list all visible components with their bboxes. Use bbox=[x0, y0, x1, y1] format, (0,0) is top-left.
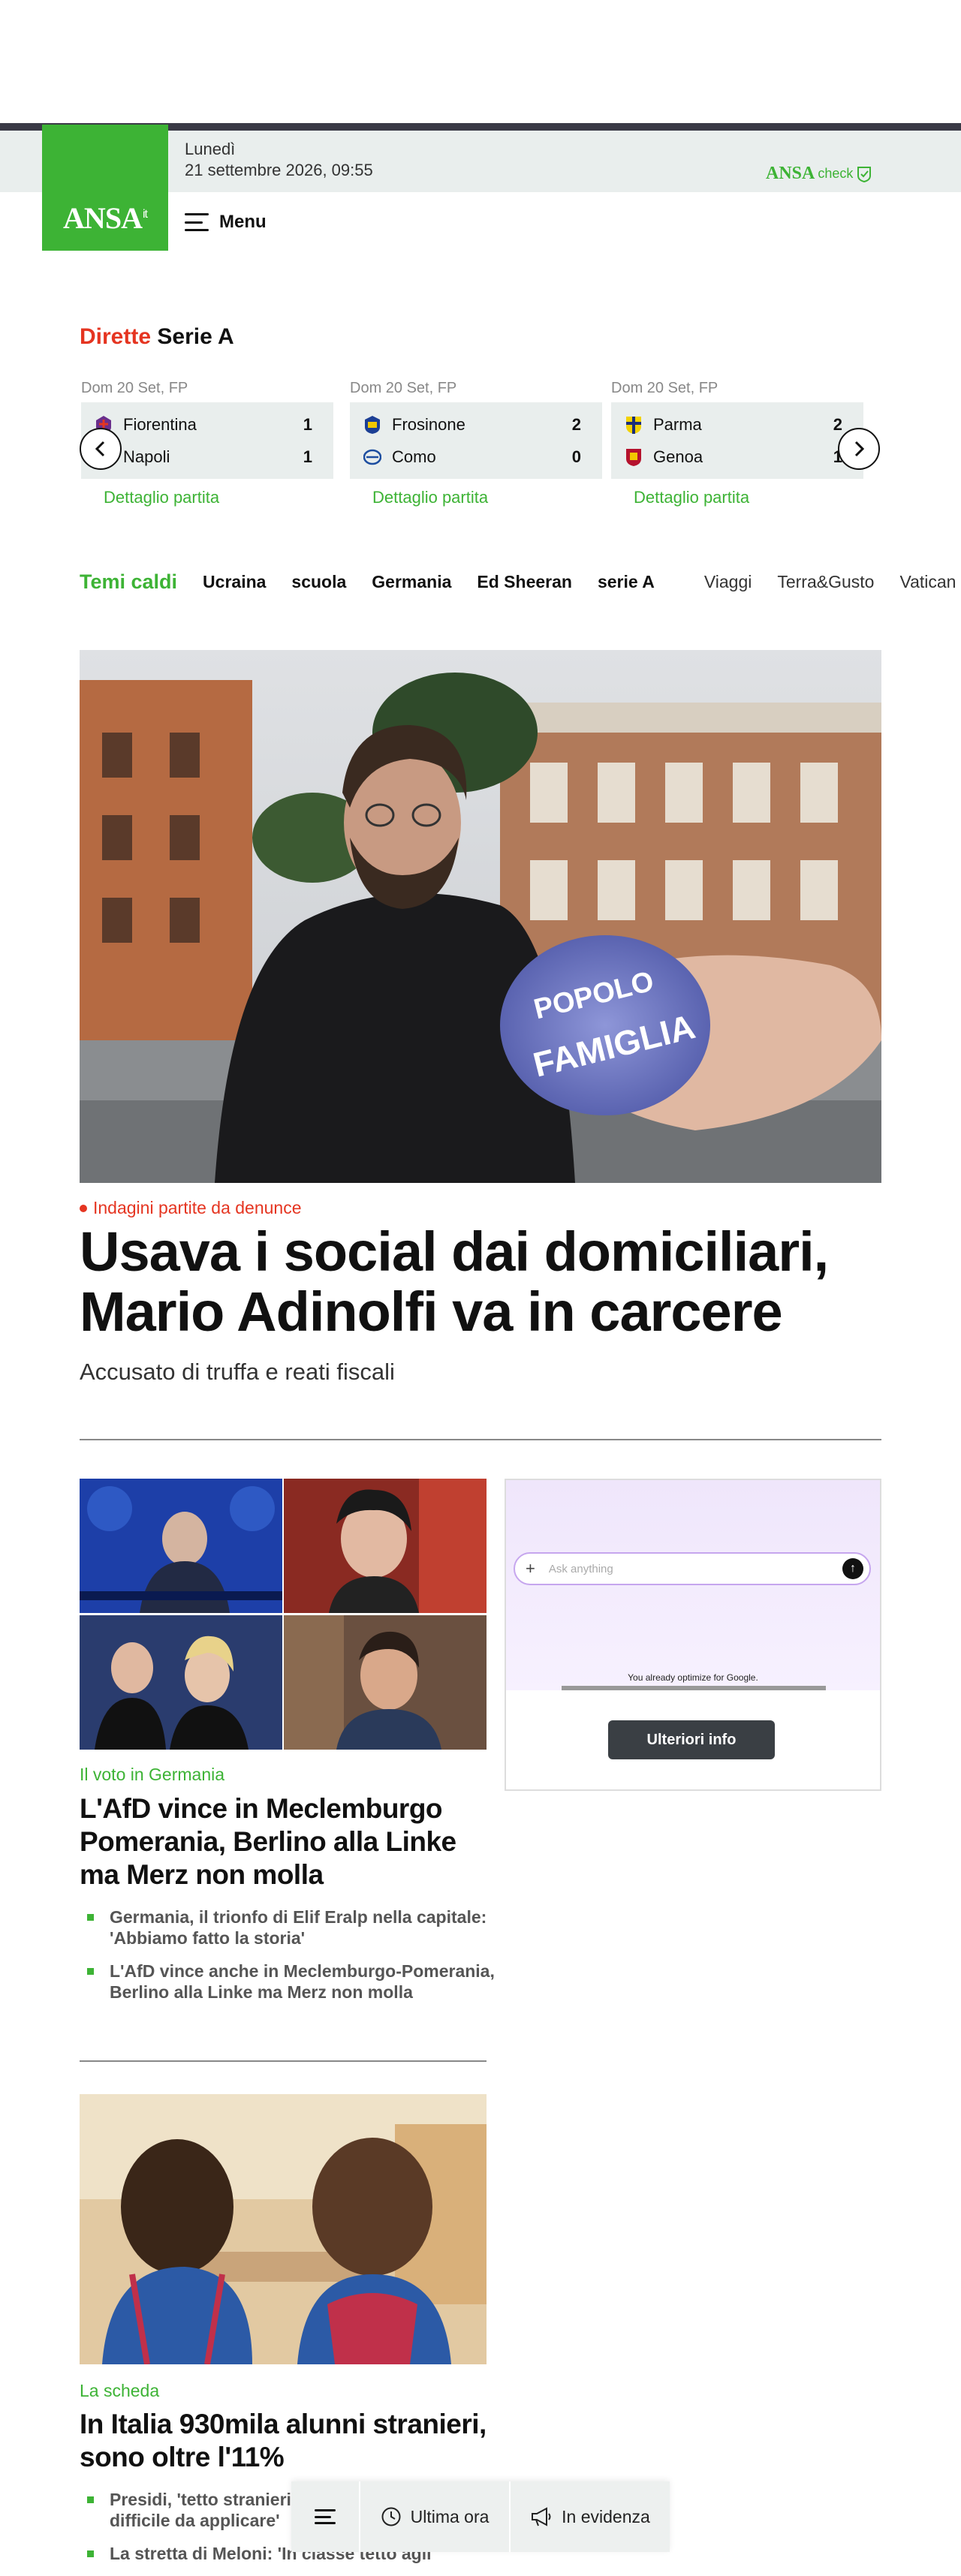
home-team-row: Fiorentina 1 bbox=[95, 408, 312, 441]
ad-banner bbox=[506, 1480, 880, 1690]
logo-text: ANSAit bbox=[63, 201, 148, 235]
bottom-nav-menu-button[interactable] bbox=[291, 2481, 360, 2552]
classroom-photo bbox=[80, 2094, 487, 2364]
trending-topic-link[interactable]: serie A bbox=[598, 572, 655, 592]
carousel-next-button[interactable] bbox=[838, 428, 880, 470]
match-detail-link[interactable]: Dettaglio partita bbox=[611, 488, 863, 507]
match-score-box: Parma 2 Genoa 1 bbox=[611, 402, 863, 479]
live-dot-icon bbox=[80, 1204, 87, 1212]
ansacheck-link[interactable]: ANSA check bbox=[766, 164, 872, 184]
ad-tagline: You already optimize for Google. bbox=[628, 1672, 758, 1683]
carousel-prev-button[interactable] bbox=[80, 428, 122, 470]
home-team-row: Frosinone 2 bbox=[363, 408, 581, 441]
ansacheck-sub: check bbox=[818, 166, 854, 181]
trending-topics-bar: Temi caldi Ucraina scuola Germania Ed Sh… bbox=[80, 570, 961, 594]
date-full: 21 settembre 2026, 09:55 bbox=[185, 161, 373, 179]
arrow-up-icon: ↑ bbox=[842, 1558, 863, 1579]
chevron-left-icon bbox=[95, 441, 105, 457]
home-team-row: Parma 2 bbox=[625, 408, 842, 441]
related-link[interactable]: La stretta di Meloni: 'In classe tetto a… bbox=[80, 2543, 432, 2564]
menu-label: Menu bbox=[219, 212, 267, 232]
related-links: Presidi, 'tetto stranieri difficile da a… bbox=[80, 2489, 432, 2576]
shield-check-icon bbox=[857, 166, 872, 182]
hamburger-icon bbox=[185, 213, 209, 231]
chevron-right-icon bbox=[854, 441, 865, 457]
latest-news-tab[interactable]: Ultima ora bbox=[360, 2481, 511, 2552]
story-image[interactable] bbox=[80, 2094, 487, 2364]
section-link[interactable]: Vatican bbox=[899, 572, 956, 592]
match-date: Dom 20 Set, FP bbox=[611, 380, 718, 396]
story-photo bbox=[80, 1615, 282, 1750]
hero-image[interactable]: POPOLO FAMIGLIA bbox=[80, 650, 881, 1183]
hero-kicker: Indagini partite da denunce bbox=[80, 1198, 302, 1218]
menu-button[interactable]: Menu bbox=[185, 212, 267, 233]
story-photo bbox=[80, 1479, 282, 1613]
sticky-bottom-nav: Ultima ora In evidenza bbox=[291, 2481, 670, 2552]
parma-crest-icon bbox=[626, 416, 641, 434]
related-links: Germania, il trionfo di Elif Eralp nella… bbox=[80, 1906, 497, 2015]
megaphone-icon bbox=[532, 2507, 551, 2526]
match-card: Dom 20 Set, FP Parma 2 Genoa 1 Dettaglio… bbox=[611, 380, 863, 507]
divider bbox=[80, 1439, 881, 1440]
trending-topic-link[interactable]: Ed Sheeran bbox=[477, 572, 572, 592]
frosinone-crest-icon bbox=[365, 415, 380, 434]
ad-ask-placeholder: Ask anything bbox=[548, 1562, 613, 1575]
live-scores-title: Dirette Serie A bbox=[80, 324, 234, 349]
ad-ask-box[interactable]: + Ask anything ↑ bbox=[514, 1552, 871, 1585]
match-detail-link[interactable]: Dettaglio partita bbox=[350, 488, 602, 507]
ansa-logo[interactable]: ANSAit bbox=[42, 125, 168, 251]
story-image-grid[interactable] bbox=[80, 1479, 487, 1750]
away-team-row: Como 0 bbox=[363, 441, 581, 473]
como-crest-icon bbox=[363, 449, 381, 465]
featured-label: In evidenza bbox=[562, 2506, 650, 2526]
hero-subtitle: Accusato di truffa e reati fiscali bbox=[80, 1359, 395, 1385]
story-headline[interactable]: In Italia 930mila alunni stranieri, sono… bbox=[80, 2408, 500, 2474]
date-day: Lunedì bbox=[185, 140, 236, 158]
ansacheck-brand: ANSA bbox=[766, 164, 815, 183]
latest-news-label: Ultima ora bbox=[410, 2506, 490, 2526]
match-card: Dom 20 Set, FP Frosinone 2 Como 0 Dettag… bbox=[350, 380, 602, 507]
match-detail-link[interactable]: Dettaglio partita bbox=[81, 488, 333, 507]
plus-icon: + bbox=[526, 1559, 535, 1578]
section-link[interactable]: Viaggi bbox=[704, 572, 752, 592]
match-score-box: Frosinone 2 Como 0 bbox=[350, 402, 602, 479]
match-date: Dom 20 Set, FP bbox=[81, 380, 188, 396]
match-date: Dom 20 Set, FP bbox=[350, 380, 457, 396]
trending-label: Temi caldi bbox=[80, 570, 178, 593]
story-kicker[interactable]: Il voto in Germania bbox=[80, 1765, 224, 1785]
trending-topic-link[interactable]: Ucraina bbox=[203, 572, 266, 592]
featured-tab[interactable]: In evidenza bbox=[511, 2481, 670, 2552]
trending-topic-link[interactable]: scuola bbox=[291, 572, 346, 592]
related-link[interactable]: L'AfD vince anche in Meclemburgo-Pomeran… bbox=[80, 1961, 497, 2003]
section-link[interactable]: Terra&Gusto bbox=[777, 572, 874, 592]
away-team-row: N Napoli 1 bbox=[95, 441, 312, 473]
ad-progress-bar bbox=[562, 1686, 826, 1690]
story-photo bbox=[284, 1479, 487, 1613]
story-kicker[interactable]: La scheda bbox=[80, 2381, 159, 2401]
advertisement[interactable]: + Ask anything ↑ You already optimize fo… bbox=[505, 1479, 881, 1791]
hero-headline[interactable]: Usava i social dai domiciliari, Mario Ad… bbox=[80, 1222, 890, 1342]
divider bbox=[80, 2060, 487, 2062]
story-photo bbox=[284, 1615, 487, 1750]
related-link[interactable]: Germania, il trionfo di Elif Eralp nella… bbox=[80, 1906, 497, 1949]
away-team-row: Genoa 1 bbox=[625, 441, 842, 473]
related-link[interactable]: Presidi, 'tetto stranieri difficile da a… bbox=[80, 2489, 305, 2531]
ad-more-info-button[interactable]: Ulteriori info bbox=[608, 1720, 775, 1759]
clock-icon bbox=[381, 2507, 401, 2526]
hamburger-icon bbox=[315, 2509, 336, 2524]
genoa-crest-icon bbox=[626, 448, 641, 466]
trending-topic-link[interactable]: Germania bbox=[372, 572, 451, 592]
story-headline[interactable]: L'AfD vince in Meclemburgo Pomerania, Be… bbox=[80, 1792, 487, 1891]
hero-photo: POPOLO FAMIGLIA bbox=[80, 650, 881, 1183]
